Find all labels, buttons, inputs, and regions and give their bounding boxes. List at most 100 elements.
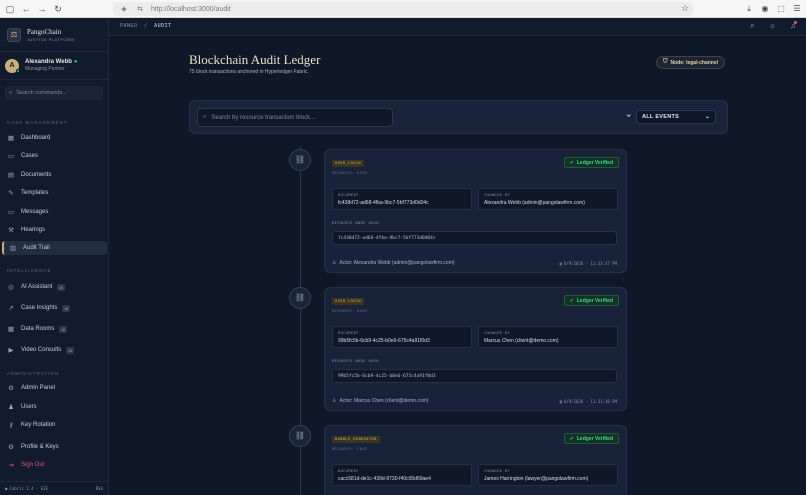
clipboard-icon: ▥ <box>9 245 17 252</box>
ai-badge: AI <box>59 325 68 333</box>
section-case-management: CASE MANAGEMENT <box>7 120 68 125</box>
sidebar-item-documents[interactable]: ▤ Documents <box>2 168 107 182</box>
gear-icon: ⚙ <box>8 444 14 451</box>
sidebar-item-dashboard[interactable]: ▦ Dashboard <box>2 131 107 145</box>
permissions-icon[interactable]: ⇆ <box>135 5 145 13</box>
theme-toggle-icon[interactable]: ☼ <box>769 21 776 31</box>
check-icon: ✓ <box>569 435 574 442</box>
breadcrumb: PANGO / AUDIT <box>120 23 172 29</box>
breadcrumb-root[interactable]: PANGO <box>120 23 138 29</box>
brand-name: PangoChain <box>27 27 62 36</box>
calendar-icon: ▣ <box>559 261 563 266</box>
sidebar-item-admin-panel[interactable]: ⚙ Admin Panel <box>2 381 107 395</box>
event-resource: RESOURCE: USER <box>332 171 368 175</box>
event-type-select[interactable]: ALL EVENTS ⌄ <box>636 110 716 124</box>
audit-event-card: USER_LOGIN RESOURCE: USER ✓ Ledger Verifi… <box>324 149 627 273</box>
bell-icon[interactable]: ♫ <box>790 21 797 31</box>
search-icon[interactable]: ⌕ <box>750 21 754 31</box>
sidebar-item-cases[interactable]: ▭ Cases <box>2 149 107 163</box>
sidebar-item-key-rotation[interactable]: ⚷ Key Rotation <box>2 418 107 432</box>
search-icon: ⌕ <box>203 114 207 120</box>
document-field: DOCUMENT fc438d72-ad68-4fba-9bc7-5bf773d… <box>332 188 472 210</box>
brand-logo-icon: ⚖ <box>7 27 21 42</box>
sidebar: ⚖ PangoChain JUSTICE PLATFORM A Alexandr… <box>0 18 109 495</box>
menu-icon[interactable]: ☰ <box>792 3 802 15</box>
document-id[interactable]: fc438d72-ad68-4fba-9bc7-5bf773d0d04c <box>338 200 466 206</box>
filter-bar: ⌕ Search by resource transaction block..… <box>189 100 728 134</box>
event-resource: RESOURCE: CASE <box>332 447 368 451</box>
ledger-verified-badge: ✓ Ledger Verified <box>563 433 619 444</box>
online-status-dot <box>16 68 20 73</box>
address-bar[interactable]: ◈ ⇆ http://localhost:3000/audit ☆ <box>113 2 693 16</box>
sidebar-item-hearings[interactable]: ⚒ Hearings <box>2 223 107 237</box>
check-icon: ✓ <box>569 297 574 304</box>
sidebar-item-users[interactable]: ♟ Users <box>2 400 107 414</box>
check-icon: ✓ <box>569 159 574 166</box>
ledger-verified-badge: ✓ Ledger Verified <box>563 295 619 306</box>
link-icon: ⛓ <box>289 287 311 309</box>
sidebar-item-data-rooms[interactable]: ▦ Data Rooms AI <box>2 322 107 336</box>
shield-icon: ⛉ <box>663 59 668 65</box>
document-field: DOCUMENT cacc581d-de1c-439d-9730-f40c05d… <box>332 464 472 486</box>
user-icon: ♙ <box>332 260 337 266</box>
brand[interactable]: ⚖ PangoChain JUSTICE PLATFORM <box>0 18 108 52</box>
video-icon: ▶ <box>8 347 14 354</box>
sidebar-footer: ● Fabric 2.4 · E2E RSA <box>0 481 108 495</box>
breadcrumb-current: AUDIT <box>154 23 172 29</box>
sidebar-toggle-icon[interactable]: ▢ <box>4 3 16 15</box>
breadcrumb-separator: / <box>144 23 148 29</box>
network-status-dot: ● <box>5 486 8 491</box>
changed-by-field: CHANGED BY Alexandra Webb (admin@pangola… <box>478 188 618 210</box>
download-icon[interactable]: ⤓ <box>744 3 754 15</box>
url-text: http://localhost:3000/audit <box>151 5 231 13</box>
event-timestamp: ▣ 6/9/2026 · 11:31:30 PM <box>559 399 617 404</box>
changed-by-value: Marcus Chen (client@demo.com) <box>484 338 559 344</box>
sidebar-item-case-insights[interactable]: ↗ Case Insights AI <box>2 301 107 315</box>
sidebar-item-templates[interactable]: ✎ Templates <box>2 186 107 200</box>
verified-icon: ● <box>73 59 78 65</box>
avatar: A <box>5 58 20 73</box>
reload-icon[interactable]: ↻ <box>52 3 64 15</box>
user-profile[interactable]: A Alexandra Webb ● Managing Partner <box>0 52 108 80</box>
sidebar-item-messages[interactable]: ▭ Messages <box>2 205 107 219</box>
extensions-icon[interactable]: ⬚ <box>776 3 786 15</box>
encryption-label: RSA <box>95 486 103 491</box>
page-title: Blockchain Audit Ledger <box>189 52 321 67</box>
ai-badge: AI <box>62 304 71 312</box>
sidebar-item-profile-keys[interactable]: ⚙ Profile & Keys <box>2 440 107 454</box>
sidebar-item-sign-out[interactable]: ⇥ Sign Out <box>2 458 107 472</box>
node-badge: ⛉ Node: legal-channel <box>656 56 726 69</box>
document-id[interactable]: cacc581d-de1c-439d-9730-f40c05d69ae4 <box>338 476 466 482</box>
notification-dot <box>794 21 797 24</box>
search-icon: ⌕ <box>9 89 13 96</box>
hash-value[interactable]: 99b5fc5b-6cb9-4c25-b0e6-675c4a91f0d3 <box>332 369 617 383</box>
ai-badge: AI <box>57 283 66 291</box>
bot-icon: ◎ <box>8 284 14 291</box>
hash-label: RESOURCE NODE HASH <box>332 221 379 225</box>
document-icon: ▤ <box>7 172 15 179</box>
message-icon: ▭ <box>7 209 15 216</box>
command-search-input[interactable]: ⌕ Search commands... <box>5 86 103 100</box>
forward-icon[interactable]: → <box>36 3 48 15</box>
sidebar-item-video-consults[interactable]: ▶ Video Consults AI <box>2 343 107 357</box>
link-icon: ⛓ <box>289 425 311 447</box>
sidebar-item-ai-assistant[interactable]: ◎ AI Assistant AI <box>2 280 107 294</box>
back-icon[interactable]: ← <box>20 3 32 15</box>
audit-event-card: BUNDLE_GENERATED RESOURCE: CASE ✓ Ledger … <box>324 425 627 495</box>
event-timestamp: ▣ 6/9/2026 · 11:33:47 PM <box>559 261 617 266</box>
document-id[interactable]: 99b5fc5b-6cb9-4c25-b0e6-675c4a91f0d3 <box>338 338 466 344</box>
bookmark-star-icon[interactable]: ☆ <box>681 3 689 14</box>
hash-value[interactable]: fc438d72-ad68-4fba-9bc7-5bf773d0d04c <box>332 231 617 245</box>
hash-label: RESOURCE NODE HASH <box>332 359 379 363</box>
changed-by-field: CHANGED BY James Harrington (lawyer@pang… <box>478 464 618 486</box>
event-type-tag: USER_LOGIN <box>332 160 365 167</box>
top-bar: PANGO / AUDIT ⌕ ☼ ♫ <box>109 18 806 36</box>
sidebar-item-audit-trail[interactable]: ▥ Audit Trail <box>2 241 107 255</box>
changed-by-value: Alexandra Webb (admin@pangolawfirm.com) <box>484 200 585 206</box>
account-icon[interactable]: ◉ <box>760 3 770 15</box>
changed-by-value: James Harrington (lawyer@pangolawfirm.co… <box>484 476 589 482</box>
document-field: DOCUMENT 99b5fc5b-6cb9-4c25-b0e6-675c4a9… <box>332 326 472 348</box>
resource-search-input[interactable]: ⌕ Search by resource transaction block..… <box>197 108 393 127</box>
actor-name: Alexandra Webb (admin@pangolawfirm.com) <box>353 260 455 266</box>
actor-name: Marcus Chen (client@demo.com) <box>353 398 429 404</box>
